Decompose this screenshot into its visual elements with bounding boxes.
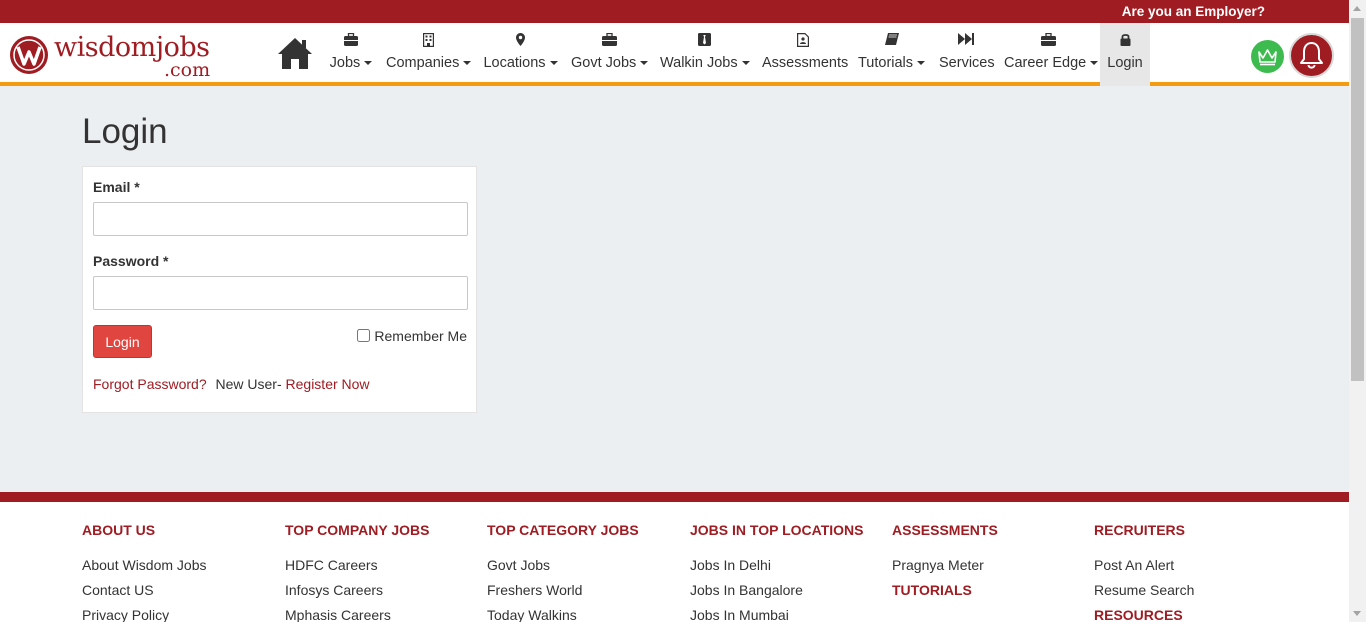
password-label: Password * — [93, 253, 169, 269]
scroll-down-arrow-icon[interactable] — [1353, 611, 1361, 616]
crown-icon — [1258, 49, 1277, 66]
chevron-down-icon — [917, 61, 926, 66]
footer-locations: JOBS IN TOP LOCATIONS Jobs In Delhi Jobs… — [690, 522, 863, 622]
nav-locations[interactable]: Locations — [483, 23, 558, 86]
footer-heading: JOBS IN TOP LOCATIONS — [690, 522, 864, 538]
chevron-down-icon — [741, 61, 750, 66]
remember-me-label: Remember Me — [374, 328, 467, 344]
chevron-down-icon — [640, 61, 649, 66]
page: Are you an Employer? wisdomjobs .com Job… — [0, 0, 1349, 622]
wisdomjobs-logo[interactable]: wisdomjobs .com — [9, 32, 211, 83]
main-navbar: wisdomjobs .com Jobs Companies Locations… — [0, 23, 1349, 86]
footer-link[interactable]: Jobs In Bangalore — [690, 582, 863, 607]
chevron-down-icon — [549, 61, 558, 66]
building-icon — [386, 33, 470, 49]
footer-link[interactable]: Post An Alert — [1094, 557, 1194, 582]
email-field[interactable] — [93, 202, 468, 236]
nav-locations-label: Locations — [483, 55, 546, 71]
tie-icon — [660, 33, 749, 49]
footer-link[interactable]: Today Walkins — [487, 607, 639, 622]
footer-heading: ABOUT US — [82, 522, 156, 538]
footer-link[interactable]: Govt Jobs — [487, 557, 639, 582]
briefcase-icon — [571, 33, 647, 49]
footer-link[interactable]: Privacy Policy — [82, 607, 207, 622]
footer-link[interactable]: Resume Search — [1094, 582, 1194, 607]
map-marker-icon — [483, 33, 558, 49]
nav-login-label: Login — [1107, 55, 1143, 71]
footer-link[interactable]: HDFC Careers — [285, 557, 429, 582]
new-user-text: New User- — [215, 376, 282, 392]
footer-link[interactable]: Jobs In Delhi — [690, 557, 863, 582]
chevron-down-icon — [463, 61, 472, 66]
footer: ABOUT US About Wisdom Jobs Contact US Pr… — [0, 492, 1349, 622]
logo-suffix: .com — [164, 59, 211, 81]
footer-heading: ASSESSMENTS — [892, 522, 998, 538]
footer-recruiters: RECRUITERS Post An Alert Resume Search R… — [1094, 522, 1194, 622]
footer-heading: TUTORIALS — [892, 582, 972, 598]
bell-icon — [1300, 42, 1323, 69]
login-links: Forgot Password? New User- Register Now — [93, 376, 370, 392]
nav-services-label: Services — [939, 55, 995, 71]
book-icon — [857, 33, 926, 49]
scrollbar-thumb[interactable] — [1351, 18, 1364, 381]
lock-icon — [1100, 33, 1150, 49]
chevron-down-icon — [364, 61, 373, 66]
remember-me[interactable]: Remember Me — [357, 328, 467, 344]
premium-crown-button[interactable] — [1251, 40, 1284, 73]
briefcase-icon — [1004, 33, 1093, 49]
footer-link[interactable]: Jobs In Mumbai — [690, 607, 863, 622]
nav-services[interactable]: Services — [939, 23, 995, 86]
nav-tutorials-label: Tutorials — [857, 55, 914, 71]
footer-category-jobs: TOP CATEGORY JOBS Govt Jobs Freshers Wor… — [487, 522, 639, 622]
footer-company-jobs: TOP COMPANY JOBS HDFC Careers Infosys Ca… — [285, 522, 429, 622]
clipboard-icon — [762, 33, 844, 49]
nav-assessments[interactable]: Assessments — [762, 23, 848, 86]
footer-link[interactable]: About Wisdom Jobs — [82, 557, 207, 582]
footer-link[interactable]: Contact US — [82, 582, 207, 607]
nav-assessments-label: Assessments — [762, 55, 849, 71]
footer-assessments: ASSESSMENTS Pragnya Meter TUTORIALS — [892, 522, 998, 607]
login-button[interactable]: Login — [93, 325, 152, 358]
footer-about: ABOUT US About Wisdom Jobs Contact US Pr… — [82, 522, 207, 622]
remember-me-checkbox[interactable] — [357, 329, 371, 342]
nav-companies-label: Companies — [386, 55, 460, 71]
briefcase-icon — [329, 33, 373, 49]
employer-link[interactable]: Are you an Employer? — [1122, 4, 1265, 19]
nav-govt-jobs-label: Govt Jobs — [571, 55, 637, 71]
nav-govt-jobs[interactable]: Govt Jobs — [571, 23, 649, 86]
password-field[interactable] — [93, 276, 468, 310]
footer-heading: RESOURCES — [1094, 607, 1183, 622]
top-bar: Are you an Employer? — [0, 0, 1349, 23]
nav-walkin-jobs-label: Walkin Jobs — [660, 55, 738, 71]
nav-jobs-label: Jobs — [329, 55, 361, 71]
nav-career-edge[interactable]: Career Edge — [1004, 23, 1099, 86]
logo-mark-icon — [10, 36, 48, 74]
fast-forward-icon — [939, 33, 992, 49]
vertical-scrollbar[interactable] — [1349, 0, 1366, 622]
footer-link[interactable]: Mphasis Careers — [285, 607, 429, 622]
nav-career-edge-label: Career Edge — [1004, 55, 1087, 71]
footer-link[interactable]: Infosys Careers — [285, 582, 429, 607]
page-title: Login — [82, 112, 168, 151]
nav-login[interactable]: Login — [1100, 23, 1150, 86]
footer-link[interactable]: Pragnya Meter — [892, 557, 998, 582]
footer-heading: TOP COMPANY JOBS — [285, 522, 430, 538]
register-now-link[interactable]: Register Now — [286, 376, 370, 392]
nav-companies[interactable]: Companies — [386, 23, 472, 86]
email-label: Email * — [93, 179, 140, 195]
scroll-up-arrow-icon[interactable] — [1353, 6, 1361, 11]
chevron-down-icon — [1090, 61, 1099, 66]
nav-tutorials[interactable]: Tutorials — [857, 23, 926, 86]
footer-heading: TOP CATEGORY JOBS — [487, 522, 639, 538]
nav-walkin-jobs[interactable]: Walkin Jobs — [660, 23, 750, 86]
login-form: Email * Password * Login Remember Me For… — [82, 166, 477, 413]
notifications-button[interactable] — [1289, 33, 1334, 78]
nav-jobs[interactable]: Jobs — [329, 23, 373, 86]
forgot-password-link[interactable]: Forgot Password? — [93, 376, 207, 392]
footer-heading: RECRUITERS — [1094, 522, 1186, 538]
footer-link[interactable]: Freshers World — [487, 582, 639, 607]
logo-text: wisdomjobs — [54, 32, 210, 63]
home-icon[interactable] — [276, 36, 314, 75]
